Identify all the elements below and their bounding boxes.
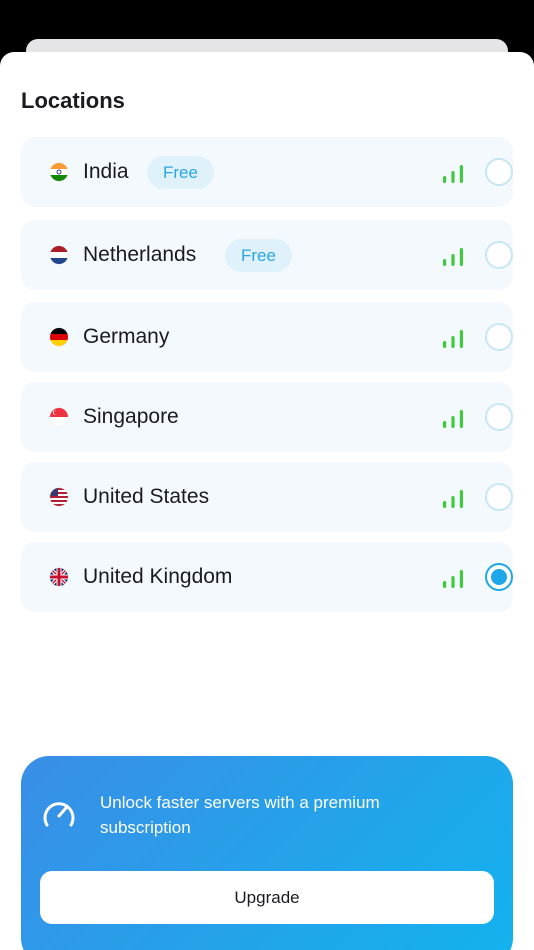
location-name: Singapore [83,405,179,428]
netherlands-flag-icon [50,246,68,264]
location-row-united-kingdom[interactable]: United Kingdom [21,542,513,612]
premium-promo-card: Unlock faster servers with a premium sub… [21,756,513,950]
signal-strength-icon [443,330,463,348]
location-row-germany[interactable]: Germany [21,302,513,372]
promo-message: Unlock faster servers with a premium sub… [100,793,380,837]
upgrade-button[interactable]: Upgrade [40,871,494,924]
location-row-united-states[interactable]: United States [21,462,513,532]
singapore-flag-icon [50,408,68,426]
location-name: United States [83,485,210,508]
free-badge: Free [147,156,214,189]
location-radio[interactable] [485,323,513,351]
location-name: United Kingdom [83,565,233,588]
signal-strength-icon [443,410,463,428]
signal-strength-icon [443,248,463,266]
location-radio-selected[interactable] [485,563,513,591]
free-badge: Free [225,239,292,272]
germany-flag-icon [50,328,68,346]
signal-strength-icon [443,490,463,508]
location-radio[interactable] [485,241,513,269]
united-states-flag-icon [50,488,68,506]
location-radio[interactable] [485,483,513,511]
location-name: Netherlands [83,243,197,266]
india-flag-icon [50,163,68,181]
location-name: India [83,160,129,183]
location-radio[interactable] [485,158,513,186]
location-row-singapore[interactable]: Singapore [21,382,513,452]
page-title: Locations [21,88,125,113]
location-name: Germany [83,325,170,348]
location-row-india[interactable]: India Free [21,137,513,207]
location-radio[interactable] [485,403,513,431]
united-kingdom-flag-icon [50,568,68,586]
location-row-netherlands[interactable]: Netherlands Free [21,220,513,290]
speedometer-icon [43,802,75,827]
locations-sheet: Locations India Free Netherlands Free Ge… [0,52,534,950]
signal-strength-icon [443,165,463,183]
signal-strength-icon [443,570,463,588]
